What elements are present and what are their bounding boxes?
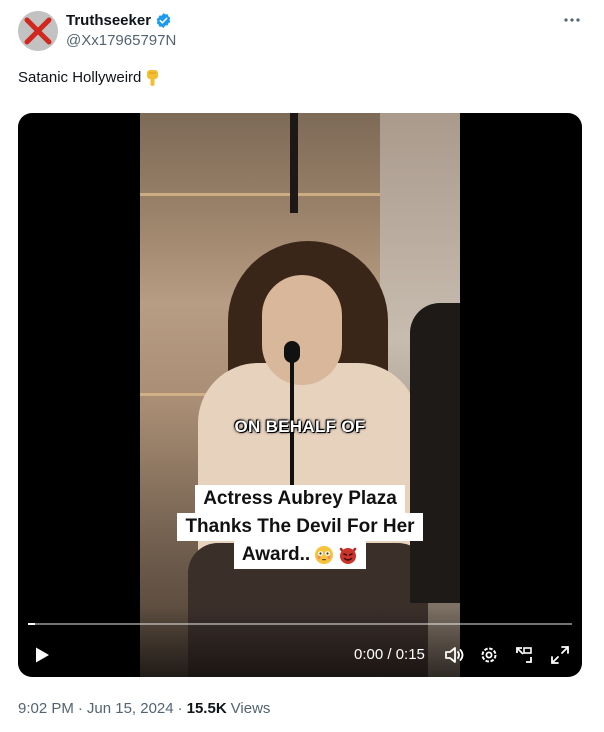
video-time: 0:00 / 0:15 <box>354 646 425 663</box>
tweet-text: Satanic Hollyweird <box>18 67 163 87</box>
mic-pole <box>290 113 298 213</box>
play-button[interactable] <box>30 643 54 667</box>
tweet-time[interactable]: 9:02 PM <box>18 700 74 717</box>
video-player[interactable]: ON BEHALF OF Actress Aubrey Plaza Thanks… <box>18 113 582 677</box>
fullscreen-button[interactable] <box>548 643 572 667</box>
video-progress-bar[interactable] <box>28 623 572 625</box>
author-name-row: Truthseeker <box>66 12 172 29</box>
views-count: 15.5K <box>186 700 227 717</box>
video-caption-top: ON BEHALF OF <box>234 417 366 436</box>
pip-button[interactable] <box>512 643 536 667</box>
meta-separator: · <box>177 700 183 717</box>
fullscreen-icon <box>551 646 569 664</box>
caption-line: Thanks The Devil For Her <box>177 513 423 541</box>
verified-badge-icon[interactable] <box>155 12 172 29</box>
gear-icon <box>481 647 497 663</box>
caption-line-last: Award.. <box>233 541 367 569</box>
picture-in-picture-icon <box>516 647 532 663</box>
microphone <box>284 341 300 363</box>
tweet-meta: 9:02 PM · Jun 15, 2024 · 15.5K Views <box>18 700 270 717</box>
red-x-icon <box>18 11 58 51</box>
author-handle[interactable]: @Xx17965797N <box>66 32 176 49</box>
play-icon <box>36 647 49 663</box>
point-down-emoji <box>147 70 159 86</box>
tweet: Truthseeker @Xx17965797N Satanic Hollywe… <box>0 0 604 732</box>
video-frame <box>140 113 460 677</box>
video-caption-box: Actress Aubrey Plaza Thanks The Devil Fo… <box>18 485 582 569</box>
flushed-face-emoji <box>315 546 334 564</box>
speaker-face <box>262 275 342 385</box>
settings-button[interactable] <box>477 643 501 667</box>
caption-line: Actress Aubrey Plaza <box>195 485 405 513</box>
tweet-date[interactable]: Jun 15, 2024 <box>87 700 174 717</box>
meta-separator: · <box>77 700 83 717</box>
avatar[interactable] <box>18 11 58 51</box>
views-label: Views <box>230 700 271 717</box>
wall-light-line <box>140 193 380 196</box>
tweet-text-body: Satanic Hollyweird <box>18 68 142 86</box>
author-display-name[interactable]: Truthseeker <box>66 12 151 29</box>
caption-line-text: Award.. <box>241 544 311 565</box>
more-dots-icon <box>564 18 580 22</box>
volume-button[interactable] <box>442 643 466 667</box>
devil-face-emoji <box>339 547 357 564</box>
video-progress-fill <box>28 623 35 625</box>
more-options-button[interactable] <box>562 10 582 30</box>
speaker-icon <box>445 647 464 663</box>
